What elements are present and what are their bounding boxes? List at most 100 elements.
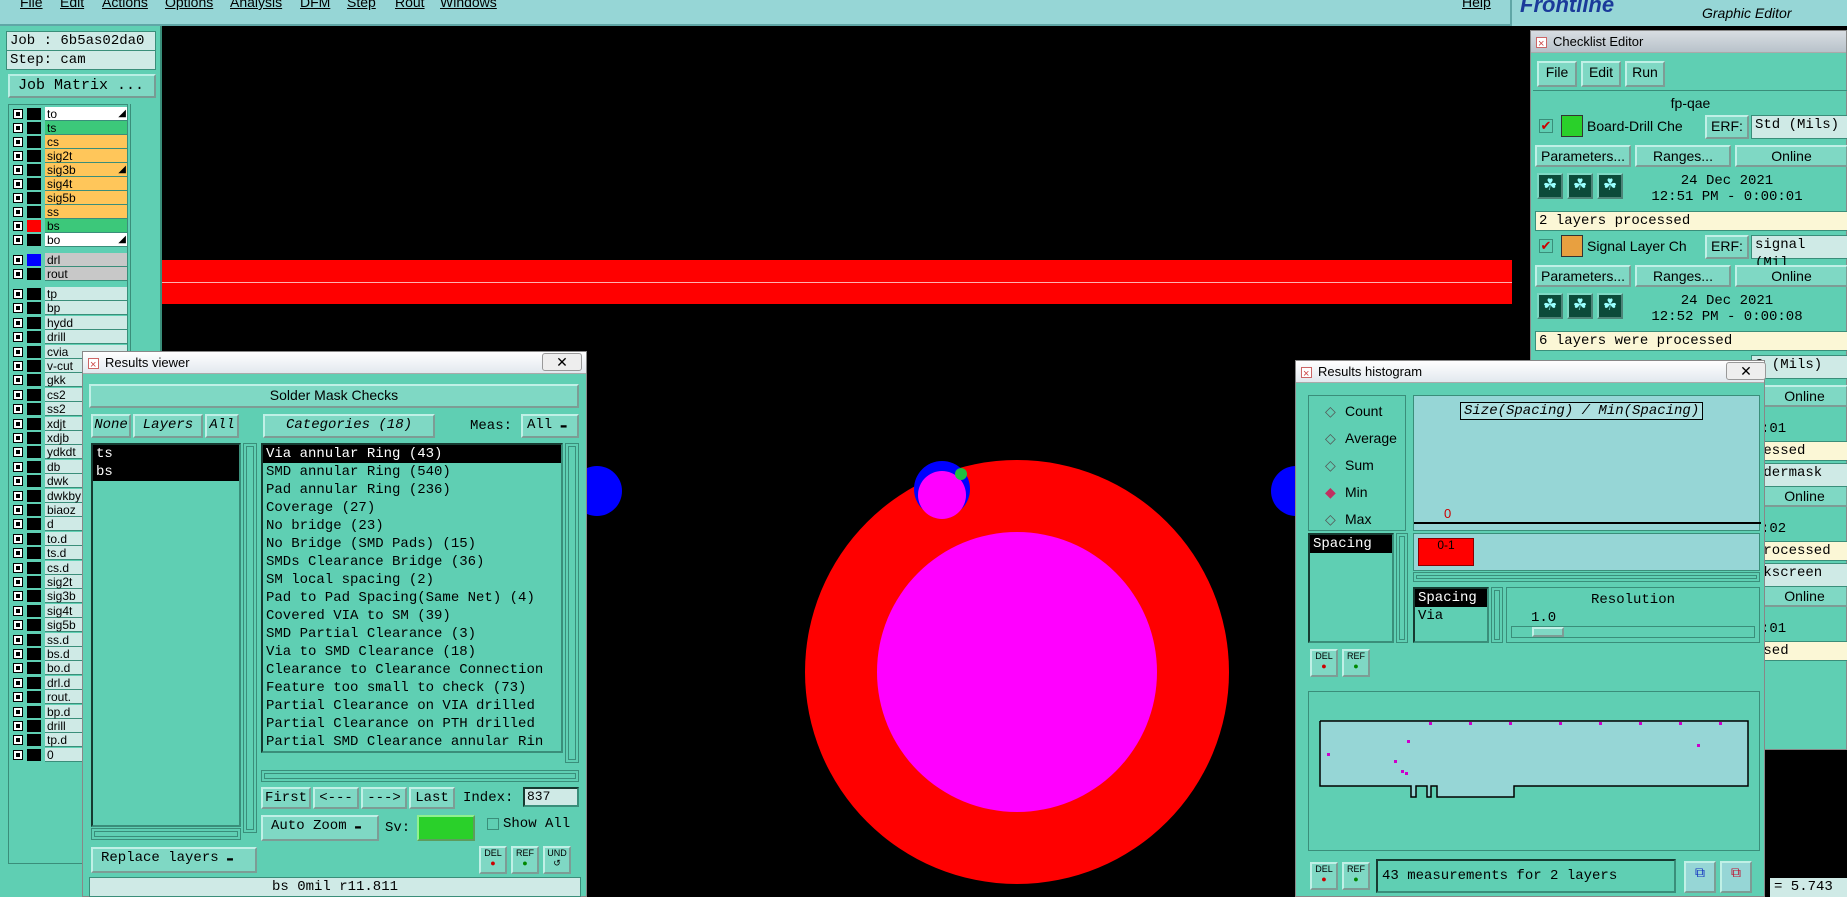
layer-checkbox[interactable] xyxy=(13,692,23,703)
online-button[interactable]: Online xyxy=(1761,385,1847,407)
sv-color-select[interactable] xyxy=(417,815,475,841)
resolution-slider[interactable] xyxy=(1511,626,1755,638)
layer-result-list[interactable]: ts bs xyxy=(91,443,241,827)
menu-dfm[interactable]: DFM xyxy=(300,0,330,10)
layer-row[interactable]: bs xyxy=(9,219,129,233)
hist-ref-button[interactable]: REF ● xyxy=(1342,649,1370,677)
type-item[interactable]: Via xyxy=(1415,607,1487,625)
layer-row[interactable]: ss xyxy=(9,205,129,219)
layer-checkbox[interactable] xyxy=(13,303,23,314)
misc-layer-row[interactable]: drill xyxy=(9,330,129,345)
layer-checkbox[interactable] xyxy=(13,375,23,386)
replace-layers-select[interactable]: Replace layers ▬ xyxy=(91,847,257,873)
mode-radio-sum[interactable]: Sum xyxy=(1325,456,1374,474)
layer-checkbox[interactable] xyxy=(13,505,23,515)
layer-checkbox[interactable] xyxy=(13,476,23,487)
online-button[interactable]: Online xyxy=(1761,485,1847,507)
layer-checkbox[interactable] xyxy=(13,317,23,328)
next-button[interactable]: ---> xyxy=(361,787,407,809)
layer-name[interactable]: hydd xyxy=(45,315,127,330)
categories-button[interactable]: Categories (18) xyxy=(263,414,435,438)
overview-del-button[interactable]: DEL ● xyxy=(1310,862,1338,890)
layer-checkbox[interactable] xyxy=(13,605,23,616)
category-item[interactable]: SMDs Clearance Bridge (36) xyxy=(263,553,561,571)
misc-layer-row[interactable]: bp xyxy=(9,301,129,316)
ranges-button[interactable]: Ranges... xyxy=(1635,145,1731,167)
prev-button[interactable]: <--- xyxy=(313,787,359,809)
mode-radio-min[interactable]: Min xyxy=(1325,483,1368,501)
category-item[interactable]: Pad annular Ring (236) xyxy=(263,481,561,499)
layer-checkbox[interactable] xyxy=(13,389,23,400)
layer-checkbox[interactable] xyxy=(13,548,23,559)
layer-name[interactable]: bo xyxy=(45,233,127,247)
layer-name[interactable]: sig3b xyxy=(45,163,127,177)
category-item[interactable]: Feature too small to check (73) xyxy=(263,679,561,697)
layer-checkbox[interactable] xyxy=(13,221,23,231)
zoom-select-button[interactable]: ⧉ xyxy=(1720,861,1752,893)
layer-checkbox[interactable] xyxy=(13,519,23,530)
checklist-menu-edit[interactable]: Edit xyxy=(1581,61,1621,87)
all-button[interactable]: All xyxy=(205,414,239,438)
erf-value[interactable]: Std (Mils) xyxy=(1751,115,1847,139)
none-button[interactable]: None xyxy=(91,414,131,438)
stop-icon[interactable]: ☘ xyxy=(1597,173,1623,199)
layer-checkbox[interactable] xyxy=(13,677,23,688)
layer-checkbox[interactable] xyxy=(13,433,23,443)
bin-0-1[interactable]: 0-1 xyxy=(1418,538,1474,566)
layer-checkbox[interactable] xyxy=(13,418,23,429)
checklist-titlebar[interactable]: Checklist Editor xyxy=(1531,31,1846,55)
layer-checkbox[interactable] xyxy=(13,404,23,415)
layer-row[interactable]: ts xyxy=(9,121,129,135)
result-layer-item[interactable]: bs xyxy=(93,463,239,481)
category-item[interactable]: Via to SMD Clearance (18) xyxy=(263,643,561,661)
layer-checkbox[interactable] xyxy=(13,447,23,458)
checklist-menu-run[interactable]: Run xyxy=(1625,61,1665,87)
mode-radio-count[interactable]: Count xyxy=(1325,402,1382,420)
layer-checkbox[interactable] xyxy=(13,591,23,602)
ranges-button[interactable]: Ranges... xyxy=(1635,265,1731,287)
layer-checkbox[interactable] xyxy=(13,179,23,189)
category-item[interactable]: Clearance to Clearance Connection xyxy=(263,661,561,679)
layer-checkbox[interactable] xyxy=(13,735,23,746)
category-item[interactable]: Coverage (27) xyxy=(263,499,561,517)
layer-name[interactable]: bs xyxy=(45,219,127,233)
layer-checkbox[interactable] xyxy=(13,634,23,645)
layer-checkbox[interactable] xyxy=(13,109,23,119)
online-button[interactable]: Online xyxy=(1735,265,1847,287)
auto-zoom-select[interactable]: Auto Zoom ▬ xyxy=(261,815,379,841)
misc-layer-row[interactable]: tp xyxy=(9,287,129,301)
category-item[interactable]: Covered VIA to SM (39) xyxy=(263,607,561,625)
layer-checkbox[interactable] xyxy=(13,332,23,343)
mode-radio-max[interactable]: Max xyxy=(1325,510,1371,528)
layer-checkbox[interactable] xyxy=(13,490,23,501)
layer-name[interactable]: sig2t xyxy=(45,149,127,163)
layer-name[interactable]: to xyxy=(45,107,127,121)
item-checkbox[interactable]: ✔ xyxy=(1539,119,1553,133)
overview-ref-button[interactable]: REF ● xyxy=(1342,862,1370,890)
menu-step[interactable]: Step xyxy=(347,0,376,10)
bin-hscrollbar[interactable] xyxy=(1413,572,1760,582)
item-name[interactable]: Board-Drill Che xyxy=(1587,118,1683,134)
layer-checkbox[interactable] xyxy=(13,289,23,299)
layer-row[interactable]: to ◢ xyxy=(9,107,129,121)
checklist-menu-file[interactable]: File xyxy=(1537,61,1577,87)
layer-name[interactable]: ss xyxy=(45,205,127,219)
layer-name[interactable]: ts xyxy=(45,121,127,135)
step-icon[interactable]: ☘ xyxy=(1567,173,1593,199)
del-button[interactable]: DEL ● xyxy=(479,846,507,874)
layer-row[interactable]: cs xyxy=(9,135,129,149)
category-list-scrollbar[interactable] xyxy=(565,443,579,763)
layer-checkbox[interactable] xyxy=(13,562,23,573)
layer-name[interactable]: tp xyxy=(45,287,127,301)
category-item[interactable]: Pad to Pad Spacing(Same Net) (4) xyxy=(263,589,561,607)
close-button[interactable]: ✕ xyxy=(1726,362,1766,380)
layer-checkbox[interactable] xyxy=(13,165,23,175)
layer-name[interactable]: drl xyxy=(45,253,127,267)
category-item[interactable]: SMD annular Ring (540) xyxy=(263,463,561,481)
category-item[interactable]: Partial Clearance on VIA drilled xyxy=(263,697,561,715)
measure-list[interactable]: Spacing xyxy=(1308,533,1394,643)
layer-checkbox[interactable] xyxy=(13,235,23,245)
show-all-checkbox[interactable] xyxy=(487,818,499,830)
layer-checkbox[interactable] xyxy=(13,721,23,731)
layer-row[interactable]: sig4t xyxy=(9,177,129,191)
